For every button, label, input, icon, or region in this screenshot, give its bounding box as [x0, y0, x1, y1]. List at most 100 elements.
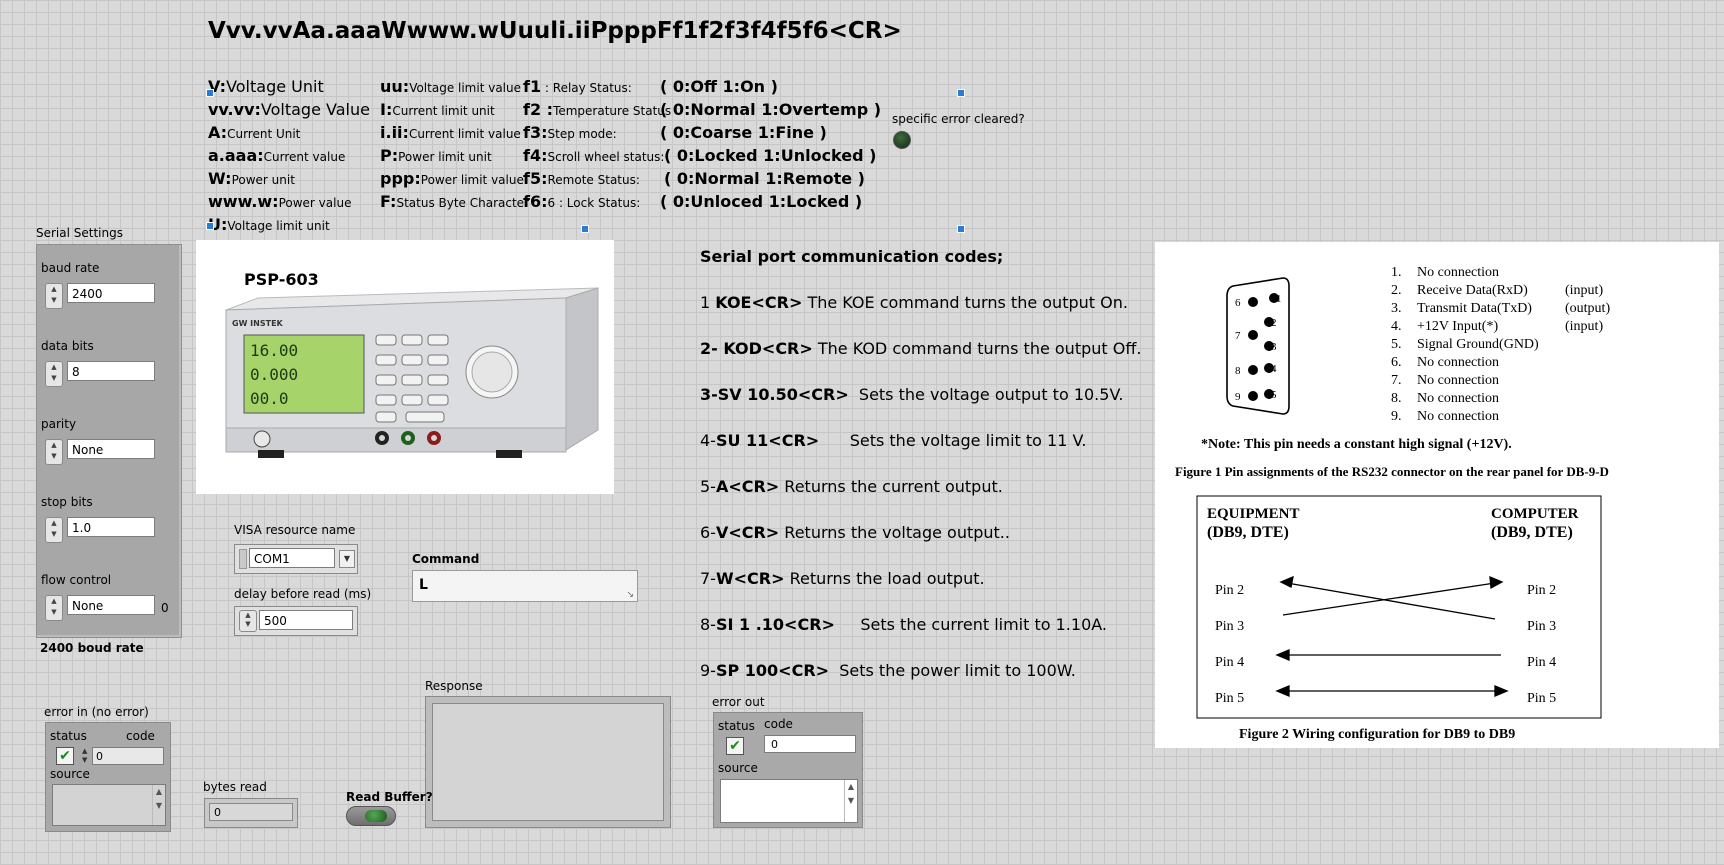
- delay-field[interactable]: 500: [259, 610, 353, 630]
- code-description: Sets the voltage limit to 11 V.: [819, 431, 1087, 450]
- command-input[interactable]: L ↘: [412, 570, 638, 602]
- pin-assignment-n: 9.: [1391, 409, 1402, 424]
- legend-entry: W:Power unit: [208, 169, 295, 188]
- legend-entry: F:Status Byte Character: [380, 192, 529, 211]
- error-in-status-check[interactable]: ✔: [56, 747, 74, 765]
- code-line: 1 KOE<CR> The KOE command turns the outp…: [700, 293, 1128, 312]
- resize-grip-icon: ↘: [626, 590, 634, 600]
- spin-arrows-icon[interactable]: ▲ ▼: [45, 517, 63, 543]
- code-line: 7-W<CR> Returns the load output.: [700, 569, 985, 588]
- pin-assignment-n: 7.: [1391, 373, 1402, 388]
- response-frame: [425, 696, 671, 828]
- legend-desc: Voltage Unit: [226, 77, 324, 96]
- flow-control-value-indicator: 0: [161, 601, 169, 615]
- connector-pin-number: 2: [1271, 317, 1277, 329]
- legend-values: ( 0:Off 1:On ): [660, 77, 778, 96]
- response-display[interactable]: [432, 703, 664, 821]
- legend-entry: f2 :Temperature Status: [523, 100, 671, 119]
- error-out-source-field: ▲ ▼: [720, 779, 858, 823]
- spin-arrows-icon[interactable]: ▲ ▼: [82, 747, 87, 765]
- legend-desc: Current limit value: [408, 127, 521, 141]
- legend-key: f2 :: [523, 100, 554, 119]
- pin-note: *Note: This pin needs a constant high si…: [1201, 437, 1512, 452]
- parity-control[interactable]: ▲ ▼ None: [45, 437, 157, 465]
- pin-assignment-n: 1.: [1391, 265, 1402, 280]
- spin-arrows-icon[interactable]: ▲ ▼: [45, 283, 63, 309]
- legend-key: f3:: [523, 123, 548, 142]
- code-description: Sets the voltage output to 10.5V.: [848, 385, 1124, 404]
- computer-pin-label: Pin 4: [1527, 655, 1556, 670]
- visa-resource-label: VISA resource name: [234, 523, 356, 537]
- pin-assignment-dir: (output): [1565, 301, 1610, 316]
- delay-control[interactable]: ▲ ▼ 500: [234, 606, 358, 636]
- connector-pin-number: 5: [1271, 389, 1277, 401]
- computer-pin-label: Pin 2: [1527, 583, 1556, 598]
- legend-desc: Power limit value: [420, 173, 524, 187]
- selection-handle: [957, 225, 965, 233]
- visa-resource-control[interactable]: COM1 ▼: [234, 544, 358, 574]
- code-prefix: 7-: [700, 569, 716, 588]
- data-bits-control[interactable]: ▲ ▼ 8: [45, 359, 157, 387]
- code-description: Returns the voltage output..: [779, 523, 1010, 542]
- equipment-pin-label: Pin 2: [1215, 583, 1244, 598]
- code-description: The KOE command turns the output On.: [802, 293, 1128, 312]
- error-in-source-field[interactable]: ▲ ▼: [52, 784, 166, 826]
- bytes-read-field: 0: [209, 803, 293, 821]
- code-command: SU 11<CR>: [715, 431, 820, 450]
- code-description: Returns the current output.: [779, 477, 1003, 496]
- visa-icon: [239, 549, 247, 569]
- code-command: V<CR>: [715, 523, 780, 542]
- pin-assignment-n: 6.: [1391, 355, 1402, 370]
- flow-control-field[interactable]: None: [67, 595, 155, 615]
- data-bits-field[interactable]: 8: [67, 361, 155, 381]
- scrollbar[interactable]: ▲ ▼: [152, 785, 165, 825]
- legend-key: i.ii:: [380, 123, 409, 142]
- stop-bits-control[interactable]: ▲ ▼ 1.0: [45, 515, 157, 543]
- legend-entry: f4:Scroll wheel status:: [523, 146, 664, 165]
- legend-entry: P:Power limit unit: [380, 146, 492, 165]
- lcd-reading: 0.000: [250, 365, 298, 384]
- error-in-code-field[interactable]: 0: [92, 747, 164, 765]
- spin-arrows-icon[interactable]: ▲ ▼: [45, 595, 63, 621]
- connector-pin-number: 6: [1235, 297, 1241, 309]
- pin-assignment-name: No connection: [1417, 265, 1499, 280]
- scrollbar[interactable]: ▲ ▼: [844, 780, 857, 822]
- computer-sub: (DB9, DTE): [1491, 524, 1573, 541]
- read-buffer-button[interactable]: [346, 806, 396, 826]
- legend-entry: ppp:Power limit value: [380, 169, 524, 188]
- code-prefix: 1: [700, 293, 716, 312]
- connector-pin-dot: [1248, 297, 1258, 307]
- power-supply-illustration: GW INSTEK 16.00 0.000 00.0: [225, 287, 599, 458]
- baud-rate-control[interactable]: ▲ ▼ 2400: [45, 281, 157, 309]
- legend-key: F:: [380, 192, 397, 211]
- bytes-read-frame: 0: [204, 798, 298, 828]
- dropdown-arrow-icon[interactable]: ▼: [339, 550, 355, 568]
- equipment-pin-label: Pin 5: [1215, 691, 1244, 706]
- legend-values: ( 0:Coarse 1:Fine ): [660, 123, 827, 142]
- spin-arrows-icon[interactable]: ▲ ▼: [45, 439, 63, 465]
- pin-assignment-name: Transmit Data(TxD): [1417, 301, 1532, 316]
- connector-pin-dot: [1248, 330, 1258, 340]
- visa-resource-field[interactable]: COM1: [249, 548, 335, 568]
- legend-desc: Power limit unit: [398, 150, 492, 164]
- parity-field[interactable]: None: [67, 439, 155, 459]
- spin-arrows-icon[interactable]: ▲ ▼: [45, 361, 63, 387]
- legend-desc: Voltage limit value: [409, 81, 522, 95]
- code-prefix: 9-: [700, 661, 716, 680]
- baud-rate-field[interactable]: 2400: [67, 283, 155, 303]
- bytes-read-label: bytes read: [203, 780, 267, 794]
- legend-entry: f6:6 : Lock Status:: [523, 192, 640, 211]
- legend-desc: Voltage limit unit: [227, 219, 330, 233]
- flow-control-control[interactable]: ▲ ▼ None: [45, 593, 157, 621]
- stop-bits-field[interactable]: 1.0: [67, 517, 155, 537]
- selection-handle: [206, 222, 214, 230]
- legend-desc: Power unit: [231, 173, 295, 187]
- command-label: Command: [412, 552, 480, 566]
- error-out-source-label: source: [718, 761, 758, 775]
- read-buffer-label: Read Buffer?: [346, 790, 433, 804]
- pin-assignment-dir: (input): [1565, 283, 1603, 298]
- spin-arrows-icon[interactable]: ▲ ▼: [239, 610, 257, 632]
- selection-handle: [957, 89, 965, 97]
- legend-key: P:: [380, 146, 399, 165]
- legend-desc: 6 : Lock Status:: [547, 196, 641, 210]
